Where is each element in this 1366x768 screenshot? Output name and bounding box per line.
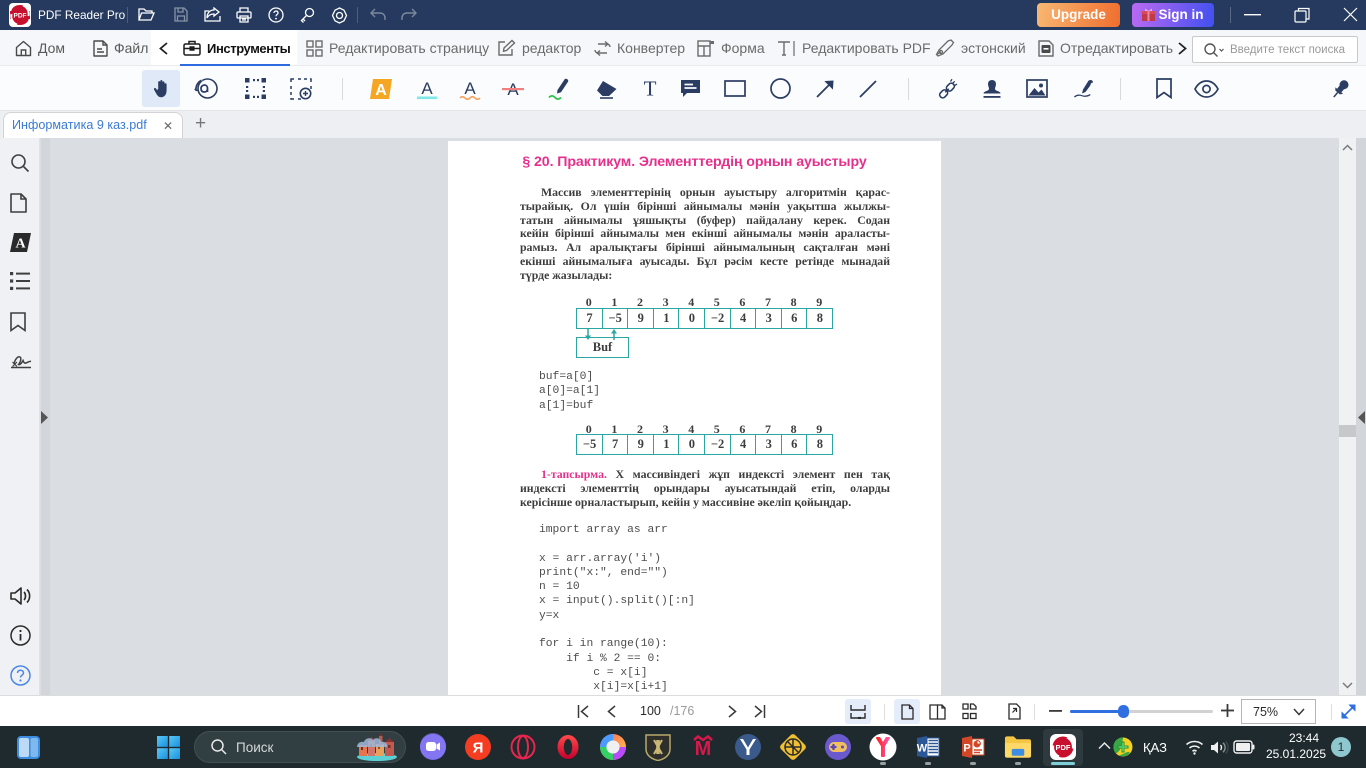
svg-text:PDF: PDF	[1056, 743, 1071, 752]
svg-text:A: A	[464, 79, 476, 98]
svg-text:PDF: PDF	[14, 13, 27, 20]
svg-text:W: W	[917, 743, 928, 755]
svg-text:Я: Я	[473, 740, 484, 757]
svg-text:A: A	[421, 79, 433, 98]
svg-text:T: T	[644, 78, 657, 99]
svg-text:A: A	[15, 237, 26, 252]
svg-text:P: P	[963, 743, 970, 755]
svg-text:A: A	[375, 82, 387, 99]
